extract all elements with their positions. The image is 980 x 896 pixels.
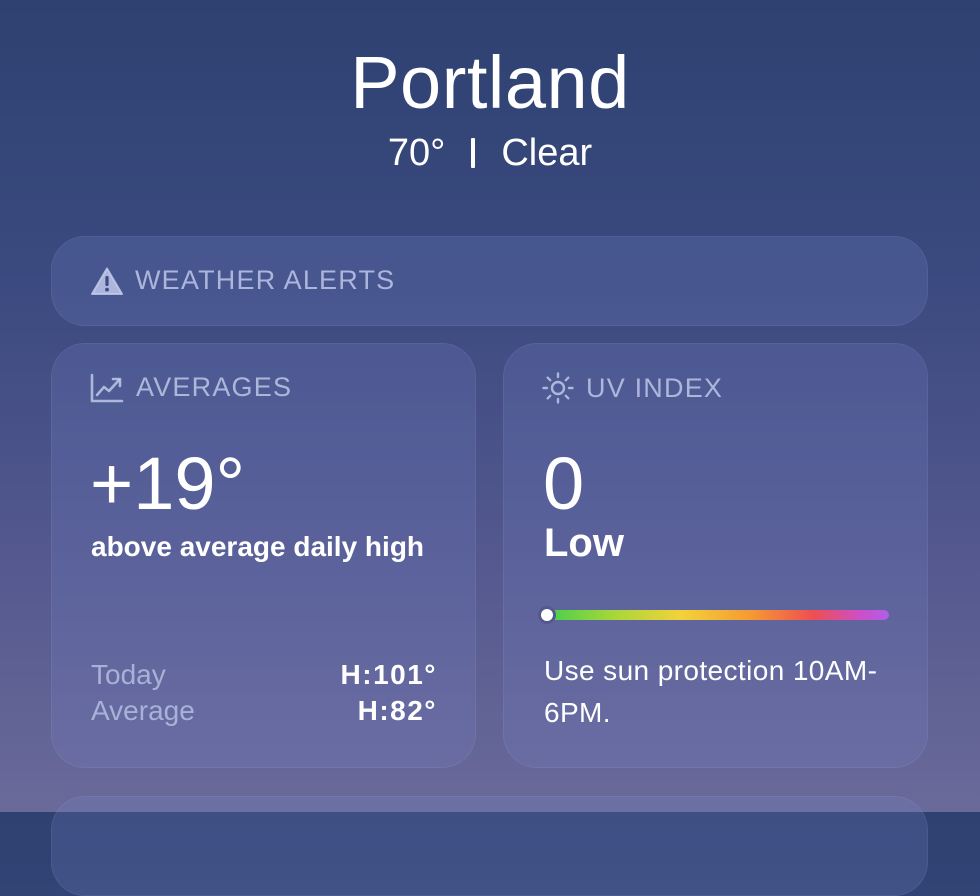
location-header: Portland 70° Clear: [0, 41, 980, 173]
averages-row-label: Average: [91, 695, 195, 726]
averages-title: AVERAGES: [136, 372, 293, 402]
averages-header: AVERAGES: [90, 372, 292, 403]
uv-index-card[interactable]: UV INDEX 0 Low Use sun protection 10AM-6…: [503, 343, 928, 768]
uv-index-scale: [541, 609, 889, 621]
uv-index-title: UV INDEX: [586, 372, 724, 403]
current-conditions: 70° Clear: [0, 134, 980, 172]
averages-comparison: Today H:101° Average H:82°: [91, 657, 437, 729]
sun-icon: [542, 372, 574, 404]
current-temperature: 70°: [387, 132, 446, 174]
uv-index-indicator: [541, 609, 553, 621]
uv-index-note: Use sun protection 10AM-6PM.: [544, 655, 878, 728]
uv-index-level: Low: [544, 521, 624, 565]
uv-index-value: 0: [543, 442, 585, 525]
averages-description: above average daily high: [91, 531, 425, 562]
weather-alerts-card[interactable]: WEATHER ALERTS: [51, 236, 928, 326]
next-card[interactable]: [51, 796, 928, 896]
averages-row-value: H:101°: [340, 659, 437, 690]
weather-alerts-title: WEATHER ALERTS: [135, 265, 396, 295]
weather-alerts-header: WEATHER ALERTS: [91, 265, 395, 296]
averages-row-label: Today: [91, 659, 166, 690]
averages-value: +19°: [90, 442, 246, 525]
current-condition: Clear: [501, 132, 593, 174]
averages-row-value: H:82°: [357, 695, 437, 726]
averages-row-today: Today H:101°: [91, 657, 437, 693]
uv-index-header: UV INDEX: [542, 372, 723, 404]
averages-card[interactable]: AVERAGES +19° above average daily high T…: [51, 343, 476, 768]
chart-trend-icon: [90, 373, 124, 403]
divider: [471, 138, 476, 168]
averages-row-average: Average H:82°: [91, 693, 437, 729]
warning-triangle-icon: [91, 267, 123, 295]
city-name: Portland: [350, 41, 630, 124]
